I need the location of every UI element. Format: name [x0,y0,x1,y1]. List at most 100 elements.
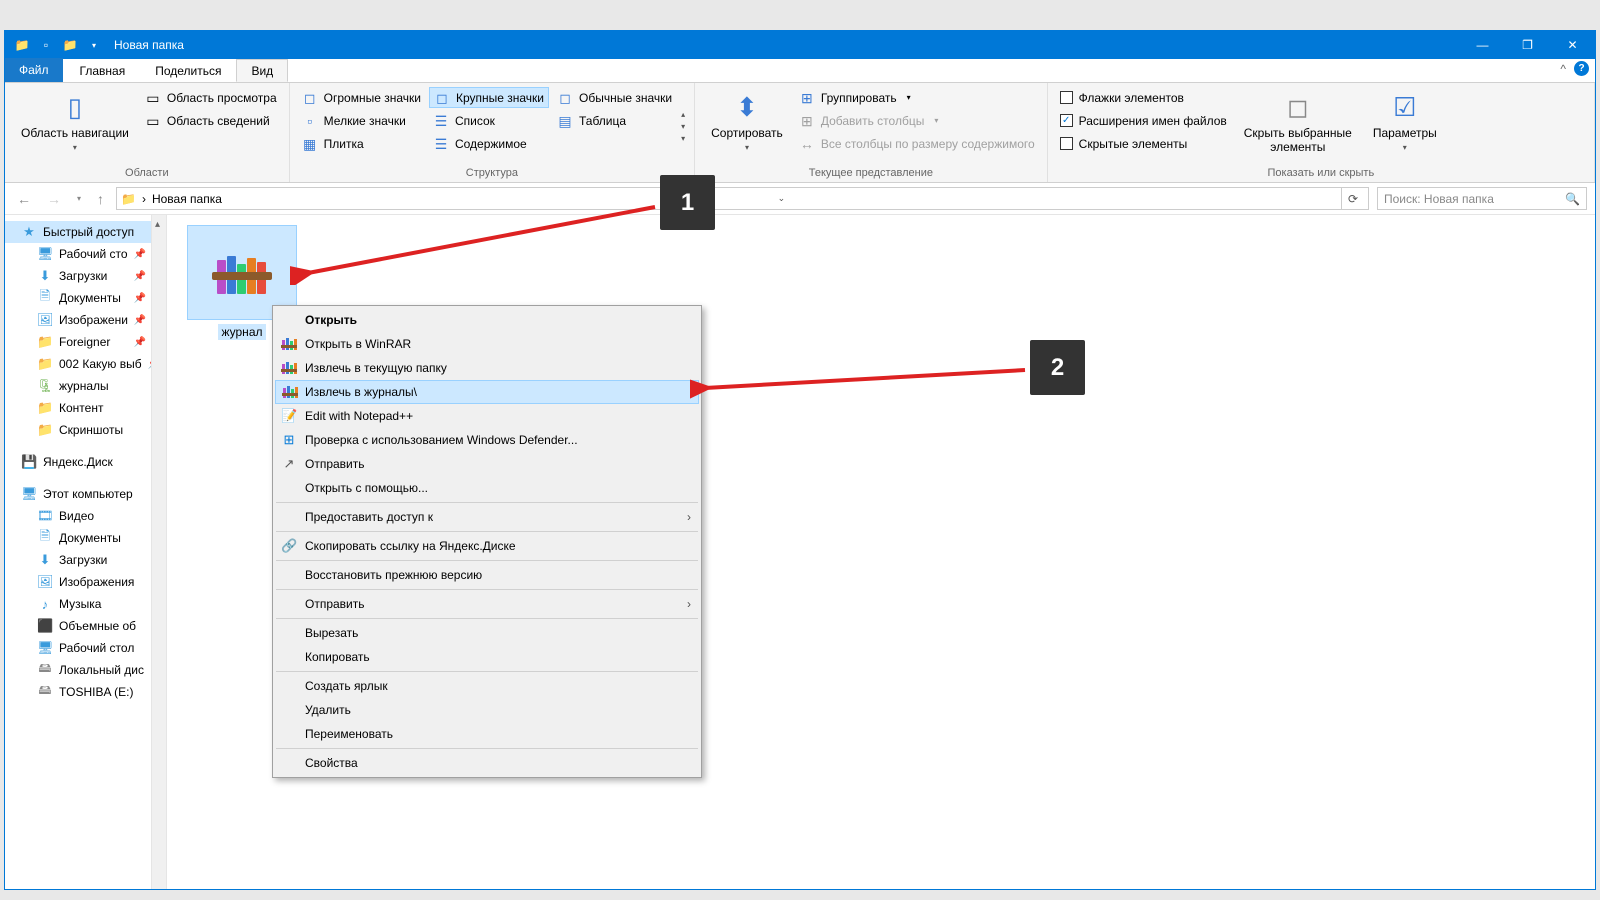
sidebar-pictures2[interactable]: 🖼Изображения [5,571,166,593]
sidebar-documents2[interactable]: 🗎Документы [5,527,166,549]
view-tab[interactable]: Вид [236,59,288,82]
ribbon-group-layout-label: Структура [298,165,686,182]
sidebar-journals[interactable]: 🗜журналы [5,375,166,397]
qat-dropdown-icon[interactable]: ▾ [86,37,102,53]
sidebar-localdisk[interactable]: 🖴Локальный дис [5,659,166,681]
cm-defender[interactable]: ⊞Проверка с использованием Windows Defen… [275,428,699,452]
sidebar-content[interactable]: 📁Контент [5,397,166,419]
title-bar[interactable]: 📁 ▫ 📁 ▾ Новая папка — ❐ ✕ [5,31,1595,59]
layout-scroll-down-icon[interactable]: ▾ [680,121,686,132]
nav-up-button[interactable]: ↑ [93,191,108,207]
ribbon-group-show: Флажки элементов ✓Расширения имен файлов… [1048,83,1595,182]
sidebar-desktop[interactable]: 🖥Рабочий сто📌 [5,243,166,265]
qat-new-folder-icon[interactable]: 📁 [62,37,78,53]
sidebar-pictures[interactable]: 🖼Изображени📌 [5,309,166,331]
layout-small[interactable]: ▫Мелкие значки [298,110,425,131]
cm-extract-here[interactable]: Извлечь в текущую папку [275,356,699,380]
collapse-ribbon-icon[interactable]: ^ [1560,62,1566,76]
cm-rename[interactable]: Переименовать [275,722,699,746]
extensions-toggle[interactable]: ✓Расширения имен файлов [1056,110,1231,131]
search-icon: 🔍 [1565,192,1580,206]
chevron-right-icon: › [687,510,691,524]
cm-copy-yandex[interactable]: 🔗Скопировать ссылку на Яндекс.Диске [275,534,699,558]
options-button[interactable]: ☑ Параметры ▾ [1365,87,1445,165]
help-icon[interactable]: ? [1574,61,1589,76]
layout-scroll-up-icon[interactable]: ▴ [680,109,686,120]
layout-list[interactable]: ☰Список [429,110,549,131]
layout-tiles[interactable]: ▦Плитка [298,133,425,154]
share-icon: ↗ [281,456,297,472]
preview-pane-icon: ▭ [145,90,161,106]
sidebar-downloads2[interactable]: ⬇Загрузки [5,549,166,571]
cm-give-access[interactable]: Предоставить доступ к› [275,505,699,529]
minimize-button[interactable]: — [1460,31,1505,59]
layout-content[interactable]: ☰Содержимое [429,133,549,154]
sidebar-foreigner[interactable]: 📁Foreigner📌 [5,331,166,353]
drive-icon: 🖴 [37,681,53,703]
sidebar-screenshots[interactable]: 📁Скриншоты [5,419,166,441]
cm-open-with[interactable]: Открыть с помощью... [275,476,699,500]
sidebar-yandex[interactable]: 💾Яндекс.Диск [5,451,166,473]
maximize-button[interactable]: ❐ [1505,31,1550,59]
file-tab[interactable]: Файл [5,58,63,82]
breadcrumb-current[interactable]: Новая папка [152,192,222,206]
navigation-tree[interactable]: ▴ ★Быстрый доступ 🖥Рабочий сто📌 ⬇Загрузк… [5,215,167,889]
address-bar[interactable]: 📁 › Новая папка ⌄ ⟳ [116,187,1369,210]
cm-open-winrar[interactable]: Открыть в WinRAR [275,332,699,356]
layout-extra-large[interactable]: ◻Огромные значки [298,87,425,108]
sidebar-video[interactable]: 🎞Видео [5,505,166,527]
sidebar-3d[interactable]: ⬛Объемные об [5,615,166,637]
qat-properties-icon[interactable]: ▫ [38,37,54,53]
layout-expand-icon[interactable]: ▾ [680,133,686,144]
cm-cut[interactable]: Вырезать [275,621,699,645]
sort-button[interactable]: ⬍ Сортировать ▾ [703,87,791,165]
checkboxes-toggle[interactable]: Флажки элементов [1056,87,1231,108]
navigation-pane-button[interactable]: ▯ Область навигации ▾ [13,87,137,165]
close-button[interactable]: ✕ [1550,31,1595,59]
details-pane-icon: ▭ [145,113,161,129]
ribbon-group-current: ⬍ Сортировать ▾ ⊞Группировать▾ ⊞Добавить… [695,83,1048,182]
nav-forward-button[interactable]: → [43,191,65,207]
nav-recent-dropdown[interactable]: ▾ [73,194,85,203]
layout-medium[interactable]: ◻Обычные значки [553,87,676,108]
sidebar-toshiba[interactable]: 🖴TOSHIBA (E:) [5,681,166,703]
cm-properties[interactable]: Свойства [275,751,699,775]
sidebar-scrollbar[interactable]: ▴ [151,215,166,889]
preview-pane-button[interactable]: ▭Область просмотра [141,87,281,108]
sidebar-quick-access[interactable]: ★Быстрый доступ [5,221,166,243]
file-name-label: журнал [218,324,265,340]
nav-back-button[interactable]: ← [13,191,35,207]
cm-edit-notepad[interactable]: 📝Edit with Notepad++ [275,404,699,428]
sort-icon: ⬍ [731,91,763,123]
home-tab[interactable]: Главная [65,59,141,82]
cm-share[interactable]: ↗Отправить [275,452,699,476]
explorer-window: 📁 ▫ 📁 ▾ Новая папка — ❐ ✕ Файл Главная П… [4,30,1596,890]
cm-restore[interactable]: Восстановить прежнюю версию [275,563,699,587]
share-tab[interactable]: Поделиться [140,59,236,82]
layout-details[interactable]: ▤Таблица [553,110,676,131]
search-input[interactable]: Поиск: Новая папка 🔍 [1377,187,1587,210]
sidebar-music[interactable]: ♪Музыка [5,593,166,615]
desktop-icon: 🖥 [37,246,53,262]
refresh-icon[interactable]: ⟳ [1341,188,1364,209]
cm-delete[interactable]: Удалить [275,698,699,722]
cm-extract-to[interactable]: Извлечь в журналы\ [275,380,699,404]
breadcrumb-sep: › [142,192,146,206]
cm-send-to[interactable]: Отправить› [275,592,699,616]
layout-large[interactable]: ◻Крупные значки [429,87,549,108]
group-by-button[interactable]: ⊞Группировать▾ [795,87,1039,108]
sidebar-desktop2[interactable]: 🖥Рабочий стол [5,637,166,659]
cm-shortcut[interactable]: Создать ярлык [275,674,699,698]
cm-open[interactable]: Открыть [275,308,699,332]
desktop-icon: 🖥 [37,640,53,656]
details-pane-button[interactable]: ▭Область сведений [141,110,281,131]
sidebar-documents[interactable]: 🗎Документы📌 [5,287,166,309]
hidden-items-toggle[interactable]: Скрытые элементы [1056,133,1231,154]
hide-selected-button[interactable]: ◻ Скрыть выбранные элементы [1235,87,1361,165]
address-dropdown-icon[interactable]: ⌄ [774,193,790,204]
sidebar-002[interactable]: 📁002 Какую выб📌 [5,353,166,375]
notepad-icon: 📝 [281,408,297,424]
sidebar-this-pc[interactable]: 🖥Этот компьютер [5,483,166,505]
sidebar-downloads[interactable]: ⬇Загрузки📌 [5,265,166,287]
cm-copy[interactable]: Копировать [275,645,699,669]
